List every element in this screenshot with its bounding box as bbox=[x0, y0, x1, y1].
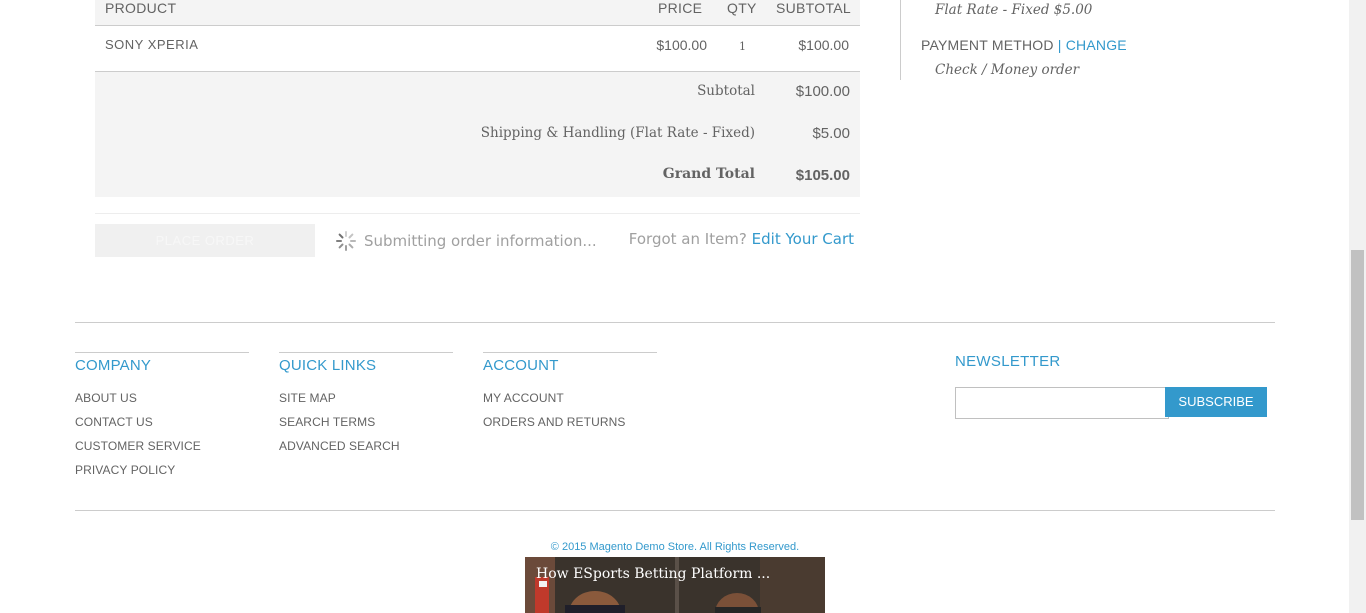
footer-column-quick-links: QUICK LINKS SITE MAP SEARCH TERMS ADVANC… bbox=[279, 352, 453, 458]
edit-cart-link[interactable]: Edit Your Cart bbox=[752, 230, 854, 248]
subscribe-button[interactable]: SUBSCRIBE bbox=[1165, 387, 1267, 417]
footer-link-contact-us[interactable]: CONTACT US bbox=[75, 410, 249, 434]
header-subtotal: SUBTOTAL bbox=[776, 0, 852, 16]
footer-link-site-map[interactable]: SITE MAP bbox=[279, 386, 453, 410]
table-header: PRODUCT PRICE QTY SUBTOTAL bbox=[95, 0, 860, 26]
place-order-button[interactable]: PLACE ORDER bbox=[95, 224, 315, 257]
footer-link-my-account[interactable]: MY ACCOUNT bbox=[483, 386, 657, 410]
footer-top-divider bbox=[75, 322, 1275, 323]
footer-link-orders-and-returns[interactable]: ORDERS AND RETURNS bbox=[483, 410, 657, 434]
product-name: SONY XPERIA bbox=[105, 37, 199, 52]
footer-link-privacy-policy[interactable]: PRIVACY POLICY bbox=[75, 458, 249, 482]
forgot-item-text: Forgot an Item? bbox=[628, 230, 747, 248]
footer-link-customer-service[interactable]: CUSTOMER SERVICE bbox=[75, 434, 249, 458]
payment-method-value: Check / Money order bbox=[935, 62, 1080, 78]
subtotal-value: $100.00 bbox=[795, 83, 850, 100]
video-ad[interactable]: How ESports Betting Platform ... bbox=[525, 557, 825, 613]
newsletter-title: NEWSLETTER bbox=[955, 353, 1061, 370]
shipping-label: Shipping & Handling (Flat Rate - Fixed) bbox=[480, 125, 755, 141]
payment-method-heading: PAYMENT METHOD | CHANGE bbox=[921, 37, 1127, 53]
submitting-status: Submitting order information... bbox=[364, 232, 597, 250]
order-totals: Subtotal $100.00 Shipping & Handling (Fl… bbox=[95, 72, 860, 197]
footer-column-account: ACCOUNT MY ACCOUNT ORDERS AND RETURNS bbox=[483, 352, 657, 434]
product-subtotal: $100.00 bbox=[798, 37, 849, 53]
footer-link-about-us[interactable]: ABOUT US bbox=[75, 386, 249, 410]
footer-column-title: ACCOUNT bbox=[483, 357, 559, 374]
payment-separator: | bbox=[1057, 37, 1062, 53]
forgot-item: Forgot an Item? Edit Your Cart bbox=[629, 230, 854, 248]
table-row: SONY XPERIA $100.00 1 $100.00 bbox=[95, 26, 860, 72]
spinner-icon bbox=[336, 231, 356, 251]
grand-total-value: $105.00 bbox=[795, 167, 850, 184]
footer-link-search-terms[interactable]: SEARCH TERMS bbox=[279, 410, 453, 434]
buttons-divider bbox=[95, 213, 860, 214]
shipping-method-value: Flat Rate - Fixed $5.00 bbox=[935, 2, 1093, 18]
scrollbar-thumb[interactable] bbox=[1351, 250, 1364, 520]
product-qty: 1 bbox=[739, 40, 746, 53]
sidebar-divider bbox=[900, 0, 901, 80]
shipping-value: $5.00 bbox=[812, 125, 850, 142]
grand-total-label: Grand Total bbox=[662, 166, 755, 182]
footer-column-title: QUICK LINKS bbox=[279, 357, 377, 374]
header-product: PRODUCT bbox=[105, 0, 177, 16]
copyright-text: © 2015 Magento Demo Store. All Rights Re… bbox=[550, 541, 800, 553]
subtotal-label: Subtotal bbox=[697, 83, 755, 99]
video-title: How ESports Betting Platform ... bbox=[536, 566, 771, 582]
payment-change-link[interactable]: CHANGE bbox=[1066, 37, 1127, 53]
header-qty: QTY bbox=[727, 0, 757, 16]
payment-method-title: PAYMENT METHOD bbox=[921, 37, 1054, 53]
header-price: PRICE bbox=[658, 0, 703, 16]
footer-column-title: COMPANY bbox=[75, 357, 152, 374]
newsletter-email-input[interactable] bbox=[955, 387, 1169, 419]
footer-column-company: COMPANY ABOUT US CONTACT US CUSTOMER SER… bbox=[75, 352, 249, 482]
footer-bottom-divider bbox=[75, 510, 1275, 511]
footer-link-advanced-search[interactable]: ADVANCED SEARCH bbox=[279, 434, 453, 458]
product-price: $100.00 bbox=[656, 37, 707, 53]
